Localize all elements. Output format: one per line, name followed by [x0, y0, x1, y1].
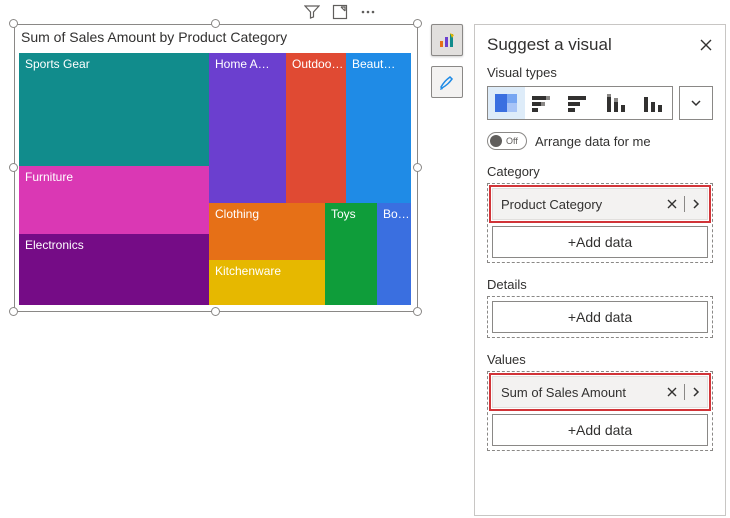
add-data-label: +Add data — [568, 422, 632, 438]
category-section-label: Category — [487, 164, 713, 179]
format-visual-button[interactable] — [431, 66, 463, 98]
visual-types-label: Visual types — [487, 65, 713, 80]
treemap-tile[interactable]: Bo… — [377, 203, 411, 305]
close-icon[interactable] — [699, 38, 713, 52]
treemap-tile[interactable]: Home A… — [209, 53, 286, 203]
resize-handle[interactable] — [413, 163, 422, 172]
values-field-well[interactable]: Sum of Sales Amount +Add data — [487, 371, 713, 451]
treemap-visual[interactable]: Sum of Sales Amount by Product Category … — [14, 24, 418, 312]
divider — [684, 196, 685, 212]
remove-field-icon[interactable] — [666, 386, 678, 398]
resize-handle[interactable] — [413, 307, 422, 316]
field-options-icon[interactable] — [691, 386, 701, 398]
visual-type-stacked-column[interactable] — [598, 87, 635, 119]
treemap-tile[interactable]: Electronics — [19, 234, 209, 305]
visual-type-treemap[interactable] — [488, 87, 525, 119]
values-section-label: Values — [487, 352, 713, 367]
build-visual-button[interactable] — [431, 24, 463, 56]
filter-icon[interactable] — [304, 4, 320, 20]
arrange-data-label: Arrange data for me — [535, 134, 651, 149]
category-field-chip[interactable]: Product Category — [492, 188, 708, 220]
category-field-well[interactable]: Product Category +Add data — [487, 183, 713, 263]
treemap-tile[interactable]: Sports Gear — [19, 53, 209, 166]
panel-title: Suggest a visual — [487, 35, 612, 55]
values-field-chip[interactable]: Sum of Sales Amount — [492, 376, 708, 408]
arrange-data-toggle[interactable]: Off — [487, 132, 527, 150]
resize-handle[interactable] — [211, 307, 220, 316]
resize-handle[interactable] — [9, 307, 18, 316]
treemap-tile[interactable]: Toys — [325, 203, 377, 305]
field-options-icon[interactable] — [691, 198, 701, 210]
treemap-tile[interactable]: Beaut… — [346, 53, 411, 203]
visual-types-expand[interactable] — [679, 86, 713, 120]
add-data-button[interactable]: +Add data — [492, 226, 708, 258]
divider — [684, 384, 685, 400]
more-options-icon[interactable] — [360, 4, 376, 20]
visual-type-bar[interactable] — [562, 87, 599, 119]
suggest-visual-panel: Suggest a visual Visual types — [474, 24, 726, 516]
add-data-label: +Add data — [568, 309, 632, 325]
visual-type-stacked-bar[interactable] — [525, 87, 562, 119]
add-data-label: +Add data — [568, 234, 632, 250]
field-chip-label: Sum of Sales Amount — [501, 385, 660, 400]
toggle-state-label: Off — [506, 136, 518, 146]
add-data-button[interactable]: +Add data — [492, 301, 708, 333]
resize-handle[interactable] — [211, 19, 220, 28]
treemap-tile[interactable]: Furniture — [19, 166, 209, 234]
remove-field-icon[interactable] — [666, 198, 678, 210]
resize-handle[interactable] — [9, 19, 18, 28]
resize-handle[interactable] — [413, 19, 422, 28]
chart-title: Sum of Sales Amount by Product Category — [15, 25, 417, 47]
resize-handle[interactable] — [9, 163, 18, 172]
field-chip-label: Product Category — [501, 197, 660, 212]
details-field-well[interactable]: +Add data — [487, 296, 713, 338]
visual-types-group — [487, 86, 673, 120]
focus-mode-icon[interactable] — [332, 4, 348, 20]
add-data-button[interactable]: +Add data — [492, 414, 708, 446]
treemap-tile[interactable]: Outdoo… — [286, 53, 346, 203]
treemap-tile[interactable]: Kitchenware — [209, 260, 325, 305]
visual-type-column[interactable] — [635, 87, 672, 119]
details-section-label: Details — [487, 277, 713, 292]
